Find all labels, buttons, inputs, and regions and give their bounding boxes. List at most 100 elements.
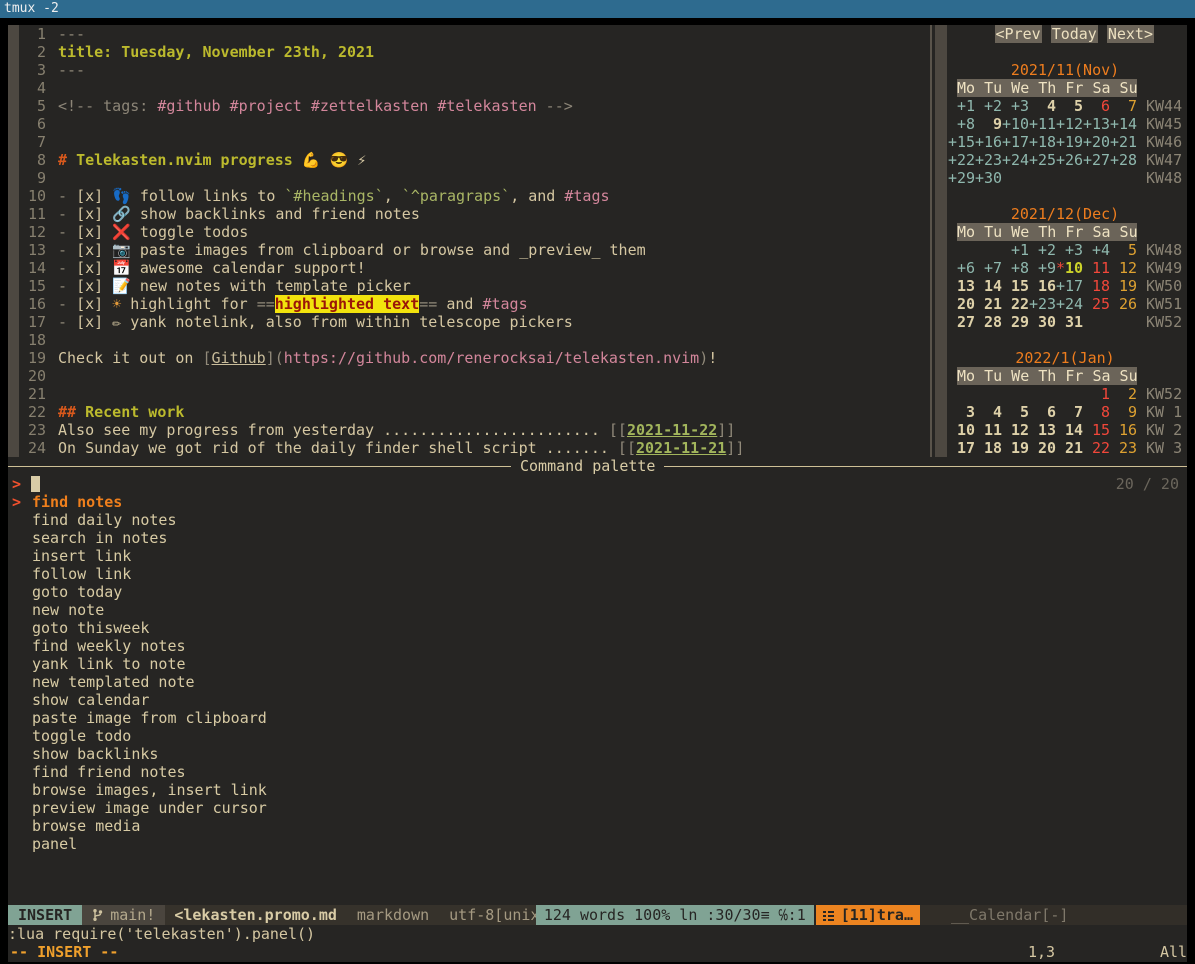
palette-item[interactable]: insert link <box>32 547 131 565</box>
palette-item[interactable]: browse media <box>32 817 140 835</box>
calendar-day[interactable]: 15 <box>1083 421 1110 439</box>
calendar-day[interactable]: 4 <box>975 403 1002 421</box>
calendar-day[interactable]: 19 <box>1002 439 1029 457</box>
calendar-nav-button[interactable]: Today <box>1051 25 1098 43</box>
palette-item[interactable]: new note <box>32 601 104 619</box>
calendar-day[interactable]: 11 <box>1083 259 1110 277</box>
palette-item[interactable]: new templated note <box>32 673 195 691</box>
editor-line[interactable]: 6 <box>8 115 58 133</box>
calendar-day[interactable]: 20 <box>948 295 975 313</box>
palette-item[interactable]: show backlinks <box>32 745 158 763</box>
palette-item[interactable]: browse images, insert link <box>32 781 267 799</box>
calendar-day[interactable]: 3 <box>948 403 975 421</box>
palette-item[interactable]: find friend notes <box>32 763 186 781</box>
calendar-day[interactable]: +9 <box>1029 259 1056 277</box>
calendar-day[interactable]: 1 <box>1083 385 1110 403</box>
calendar-day[interactable]: 5 <box>1110 241 1137 259</box>
calendar-day[interactable]: +8 <box>948 115 975 133</box>
calendar-day[interactable]: +25 <box>1029 151 1056 169</box>
command-line[interactable]: :lua require('telekasten').panel() <box>8 925 315 943</box>
calendar-day[interactable]: 18 <box>1083 277 1110 295</box>
calendar-day[interactable]: +24 <box>1002 151 1029 169</box>
calendar-day[interactable]: +1 <box>1002 241 1029 259</box>
calendar-day[interactable]: 16 <box>1110 421 1137 439</box>
editor-line[interactable]: 1--- <box>8 25 85 43</box>
editor-line[interactable]: 4 <box>8 79 58 97</box>
calendar-day[interactable]: +7 <box>975 259 1002 277</box>
editor-line[interactable]: 12- [x] ❌ toggle todos <box>8 223 248 241</box>
calendar-nav-button[interactable]: Next> <box>1107 25 1154 43</box>
palette-item[interactable]: panel <box>32 835 77 853</box>
calendar-day[interactable]: +28 <box>1110 151 1137 169</box>
editor-line[interactable]: 11- [x] 🔗 show backlinks and friend note… <box>8 205 420 223</box>
calendar-day[interactable]: 16 <box>1029 277 1056 295</box>
calendar-day[interactable]: 29 <box>1002 313 1029 331</box>
calendar-day[interactable]: +20 <box>1083 133 1110 151</box>
editor-line[interactable]: 24On Sunday we got rid of the daily find… <box>8 439 744 457</box>
calendar-day[interactable]: +10 <box>1002 115 1029 133</box>
calendar-day[interactable]: 5 <box>1002 403 1029 421</box>
calendar-day[interactable]: +15 <box>948 133 975 151</box>
calendar-day[interactable]: 5 <box>1056 97 1083 115</box>
calendar-day[interactable]: 21 <box>1056 439 1083 457</box>
calendar-day[interactable]: +18 <box>1029 133 1056 151</box>
calendar-day[interactable]: +11 <box>1029 115 1056 133</box>
calendar-day[interactable]: 26 <box>1110 295 1137 313</box>
editor-line[interactable]: 14- [x] 📅 awesome calendar support! <box>8 259 366 277</box>
calendar-day[interactable]: 14 <box>1056 421 1083 439</box>
calendar-day[interactable]: +23 <box>975 151 1002 169</box>
editor-line[interactable]: 9 <box>8 169 58 187</box>
calendar-day[interactable]: 27 <box>948 313 975 331</box>
palette-item[interactable]: paste image from clipboard <box>32 709 267 727</box>
calendar-day[interactable]: +2 <box>1029 241 1056 259</box>
calendar-day[interactable]: +19 <box>1056 133 1083 151</box>
calendar-day[interactable]: 31 <box>1056 313 1083 331</box>
calendar-day[interactable]: 28 <box>975 313 1002 331</box>
calendar-day[interactable]: +14 <box>1110 115 1137 133</box>
calendar-day[interactable]: 30 <box>1029 313 1056 331</box>
editor-line[interactable]: 7 <box>8 133 58 151</box>
palette-item[interactable]: search in notes <box>32 529 167 547</box>
editor-line[interactable]: 19Check it out on [Github](https://githu… <box>8 349 717 367</box>
calendar-day[interactable]: +6 <box>948 259 975 277</box>
editor-line[interactable]: 5<!-- tags: #github #project #zettelkast… <box>8 97 573 115</box>
palette-item[interactable]: show calendar <box>32 691 149 709</box>
calendar-day[interactable]: 10 <box>948 421 975 439</box>
calendar-day[interactable]: 20 <box>1029 439 1056 457</box>
editor-line[interactable]: 10- [x] 👣 follow links to `#headings`, `… <box>8 187 610 205</box>
calendar-day[interactable]: 13 <box>1029 421 1056 439</box>
editor-line[interactable]: 13- [x] 📷 paste images from clipboard or… <box>8 241 646 259</box>
calendar-day[interactable]: +3 <box>1056 241 1083 259</box>
palette-item[interactable]: find weekly notes <box>32 637 186 655</box>
palette-item[interactable]: goto thisweek <box>32 619 149 637</box>
calendar-day[interactable]: 6 <box>1083 97 1110 115</box>
calendar-day[interactable]: +1 <box>948 97 975 115</box>
palette-item[interactable]: preview image under cursor <box>32 799 267 817</box>
palette-item[interactable]: yank link to note <box>32 655 186 673</box>
calendar-day[interactable]: 12 <box>1002 421 1029 439</box>
calendar-day[interactable]: 11 <box>975 421 1002 439</box>
calendar-day[interactable]: +27 <box>1083 151 1110 169</box>
calendar-day[interactable]: 4 <box>1029 97 1056 115</box>
calendar-day[interactable]: 18 <box>975 439 1002 457</box>
calendar-day[interactable]: 7 <box>1056 403 1083 421</box>
editor-line[interactable]: 15- [x] 📝 new notes with template picker <box>8 277 411 295</box>
calendar-day[interactable]: +24 <box>1056 295 1083 313</box>
calendar-day[interactable]: 22 <box>1002 295 1029 313</box>
editor-line[interactable]: 8# Telekasten.nvim progress 💪 😎 ⚡ <box>8 151 366 169</box>
calendar-day[interactable]: 14 <box>975 277 1002 295</box>
calendar-day[interactable]: 23 <box>1110 439 1137 457</box>
calendar-day[interactable]: 13 <box>948 277 975 295</box>
calendar-day[interactable]: 12 <box>1110 259 1137 277</box>
editor-line[interactable]: 18 <box>8 331 58 349</box>
calendar-day[interactable]: +3 <box>1002 97 1029 115</box>
calendar-day[interactable]: 9 <box>975 115 1002 133</box>
calendar-day[interactable]: +30 <box>975 169 1002 187</box>
calendar-day[interactable]: +22 <box>948 151 975 169</box>
editor-line[interactable]: 21 <box>8 385 58 403</box>
calendar-day[interactable]: 2 <box>1110 385 1137 403</box>
editor-line[interactable]: 2title: Tuesday, November 23th, 2021 <box>8 43 374 61</box>
calendar-day[interactable]: +13 <box>1083 115 1110 133</box>
editor-line[interactable]: 17- [x] ✏ yank notelink, also from withi… <box>8 313 573 331</box>
calendar-day[interactable]: 9 <box>1110 403 1137 421</box>
